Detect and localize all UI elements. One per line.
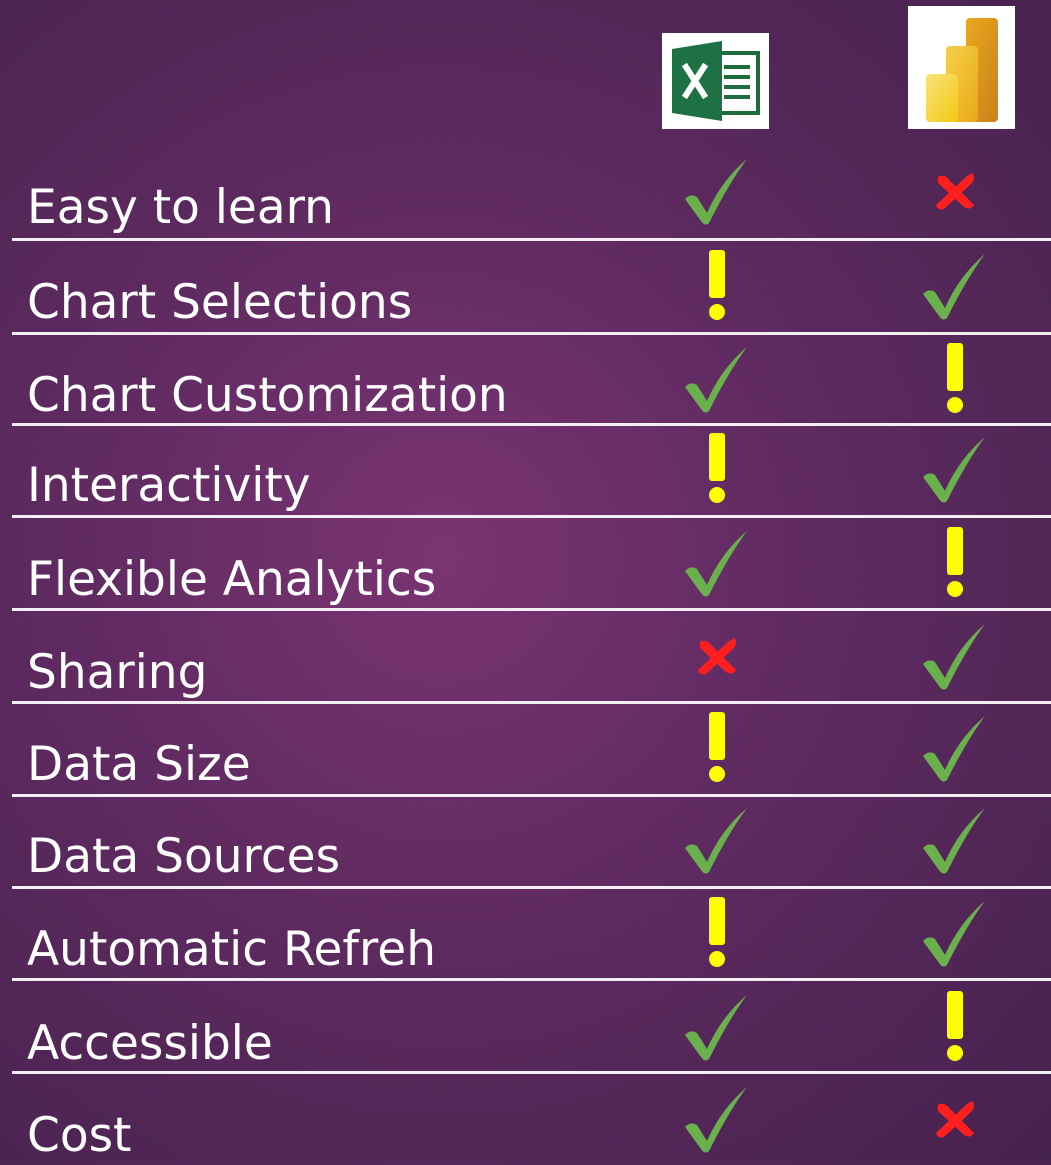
excel-check-icon bbox=[681, 527, 753, 599]
excel-logo bbox=[662, 33, 769, 129]
excel-exclamation-icon bbox=[707, 250, 727, 322]
table-row: Chart Customization bbox=[0, 333, 1051, 425]
powerbi-cross-icon bbox=[932, 1099, 978, 1139]
powerbi-check-icon bbox=[919, 712, 991, 784]
row-divider bbox=[12, 515, 1051, 518]
excel-exclamation-icon bbox=[707, 433, 727, 505]
feature-label: Interactivity bbox=[27, 458, 311, 513]
table-row: Data Sources bbox=[0, 794, 1051, 886]
excel-check-icon bbox=[681, 991, 753, 1063]
table-row: Accessible bbox=[0, 981, 1051, 1073]
row-divider bbox=[12, 701, 1051, 704]
powerbi-check-icon bbox=[919, 250, 991, 322]
row-divider bbox=[12, 794, 1051, 797]
table-row: Flexible Analytics bbox=[0, 517, 1051, 609]
table-row: Sharing bbox=[0, 610, 1051, 702]
excel-check-icon bbox=[681, 155, 753, 227]
power-bi-logo bbox=[908, 6, 1015, 129]
feature-label: Chart Selections bbox=[27, 275, 413, 330]
powerbi-check-icon bbox=[919, 620, 991, 692]
powerbi-check-icon bbox=[919, 897, 991, 969]
feature-label: Cost bbox=[27, 1108, 132, 1163]
row-divider bbox=[12, 978, 1051, 981]
powerbi-check-icon bbox=[919, 433, 991, 505]
row-divider bbox=[12, 423, 1051, 426]
excel-exclamation-icon bbox=[707, 712, 727, 784]
excel-check-icon bbox=[681, 804, 753, 876]
table-row: Chart Selections bbox=[0, 240, 1051, 332]
excel-exclamation-icon bbox=[707, 897, 727, 969]
feature-label: Flexible Analytics bbox=[27, 552, 437, 607]
row-divider bbox=[12, 238, 1051, 241]
table-row: Data Size bbox=[0, 702, 1051, 794]
feature-label: Automatic Refreh bbox=[27, 922, 436, 977]
feature-label: Chart Customization bbox=[27, 368, 508, 423]
table-row: Easy to learn bbox=[0, 145, 1051, 237]
table-row: Cost bbox=[0, 1073, 1051, 1165]
excel-check-icon bbox=[681, 343, 753, 415]
feature-label: Data Sources bbox=[27, 829, 341, 884]
row-divider bbox=[12, 1071, 1051, 1074]
feature-label: Accessible bbox=[27, 1016, 273, 1071]
powerbi-cross-icon bbox=[932, 171, 978, 211]
feature-label: Data Size bbox=[27, 737, 251, 792]
excel-check-icon bbox=[681, 1083, 753, 1155]
row-divider bbox=[12, 886, 1051, 889]
row-divider bbox=[12, 332, 1051, 335]
row-divider bbox=[12, 608, 1051, 611]
powerbi-exclamation-icon bbox=[945, 991, 965, 1063]
powerbi-check-icon bbox=[919, 804, 991, 876]
excel-cross-icon bbox=[694, 636, 740, 676]
table-row: Interactivity bbox=[0, 423, 1051, 515]
powerbi-exclamation-icon bbox=[945, 527, 965, 599]
feature-label: Sharing bbox=[27, 645, 208, 700]
feature-label: Easy to learn bbox=[27, 180, 334, 235]
table-row: Automatic Refreh bbox=[0, 887, 1051, 979]
powerbi-exclamation-icon bbox=[945, 343, 965, 415]
